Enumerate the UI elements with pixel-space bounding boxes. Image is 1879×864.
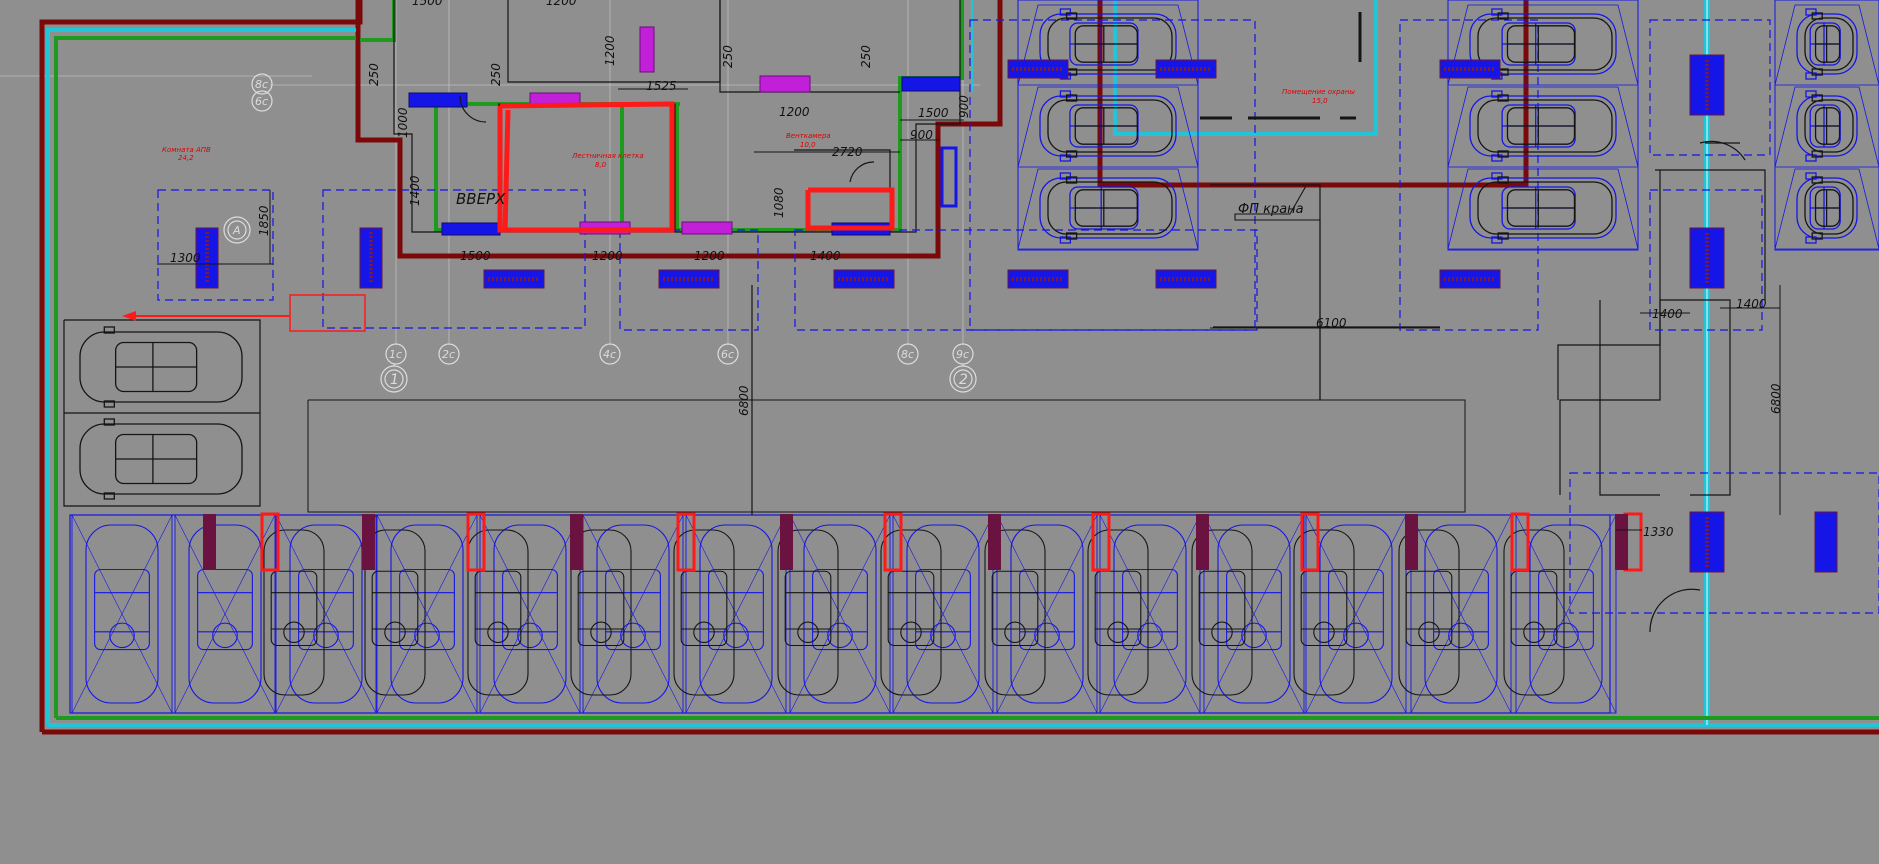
crane-label: ФП крана — [1238, 202, 1304, 217]
axis-6c: 6с — [721, 348, 734, 361]
guard-room-note: Помещение охраны — [1282, 88, 1355, 96]
axis-1c: 1с — [389, 348, 402, 361]
dim-2720: 2720 — [832, 145, 863, 159]
dim-1850: 1850 — [257, 205, 271, 236]
dim-v-1200: 1200 — [603, 35, 617, 66]
blue-markers-hatch — [205, 60, 1709, 567]
dim-6800b: 6800 — [1769, 383, 1783, 414]
axis-1: 1 — [390, 372, 399, 388]
guard-room-note-area: 15,0 — [1312, 97, 1328, 105]
axis-9c: 9с — [956, 348, 969, 361]
dim-6800a: 6800 — [737, 385, 751, 416]
axis-2: 2 — [959, 372, 968, 388]
dim-1400: 1400 — [810, 249, 841, 263]
dim-1400a: 1400 — [1652, 307, 1683, 321]
axis-6c-top: 6с — [255, 95, 268, 108]
left-room-note: Комната АПВ — [162, 146, 211, 154]
dim-stair-width: 1525 — [646, 79, 677, 93]
stair-blue-markers — [408, 76, 961, 236]
dim-1400b: 1400 — [1736, 297, 1767, 311]
upper-parking-block — [1447, 0, 1639, 251]
vent-room-note: Венткамера — [786, 132, 831, 140]
dim-1300: 1300 — [170, 251, 201, 265]
dim-1500: 1500 — [918, 106, 949, 120]
stair-up-label: ВВЕРХ — [456, 190, 506, 208]
axis-8c-top: 8с — [255, 78, 268, 91]
dim-900a: 900 — [910, 128, 933, 142]
crane-area-details — [1200, 12, 1362, 120]
car-left-top — [79, 326, 243, 408]
stair-room-note-area: 8,0 — [595, 161, 607, 169]
blue-markers — [195, 54, 1838, 573]
cad-drawing-canvas[interactable]: 1525 2720 900 1500 6100 1400 1400 1300 1… — [0, 0, 1879, 859]
dim-6100: 6100 — [1316, 316, 1347, 330]
upper-parking-cars — [1017, 0, 1879, 251]
stair-room-note: Лестничная клетка — [571, 152, 644, 160]
dark-red-blocks — [203, 514, 1628, 570]
crane-leader — [1234, 185, 1321, 400]
dim-1000: 1000 — [396, 107, 410, 138]
dim-b1500: 1500 — [460, 249, 491, 263]
dim-1080: 1080 — [772, 187, 786, 218]
red-stair-outline — [497, 101, 895, 233]
lower-parking-row — [69, 514, 1617, 714]
axis-a: А — [232, 224, 241, 237]
dim-top-1500: 1500 — [412, 0, 443, 8]
dim-250a: 250 — [367, 63, 381, 86]
red-door-markers — [260, 512, 1643, 572]
axis-8c: 8с — [901, 348, 914, 361]
dim-900b: 900 — [957, 95, 971, 118]
dim-h-1200: 1200 — [779, 105, 810, 119]
car-black-upper — [1047, 94, 1173, 158]
dim-250d: 250 — [859, 45, 873, 68]
car-black-upper — [1477, 94, 1613, 158]
car-black-lower — [263, 529, 325, 696]
car-left-bottom — [79, 418, 243, 500]
axis-2c: 2с — [442, 348, 455, 361]
dim-top-1200: 1200 — [546, 0, 577, 8]
vent-room-note-area: 10,0 — [800, 141, 816, 149]
floor-plan: 1525 2720 900 1500 6100 1400 1400 1300 1… — [0, 0, 1879, 735]
dim-b1200a: 1200 — [592, 249, 623, 263]
grid-lines — [0, 0, 980, 345]
upper-parking-block — [1017, 0, 1199, 251]
dim-1400v: 1400 — [408, 175, 422, 206]
dim-250b: 250 — [489, 63, 503, 86]
dim-250c: 250 — [721, 45, 735, 68]
axis-4c: 4с — [603, 348, 616, 361]
dim-1330: 1330 — [1643, 525, 1674, 539]
dim-b1200b: 1200 — [694, 249, 725, 263]
left-room-note-area: 24,2 — [178, 154, 194, 162]
